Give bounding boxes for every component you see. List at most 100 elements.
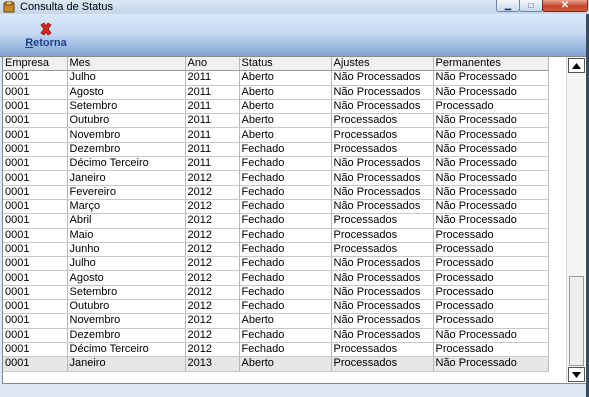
return-button[interactable]: Retorna [22, 22, 70, 52]
cell-ajustes: Não Processados [331, 156, 434, 172]
cell-permanentes: Processado [433, 313, 549, 329]
cell-permanentes: Não Processado [433, 127, 549, 143]
cell-ano: 2012 [185, 285, 240, 301]
cell-status: Aberto [239, 113, 332, 129]
cell-empresa: 0001 [3, 127, 68, 143]
cell-empresa: 0001 [3, 356, 68, 372]
table-body: 0001 Julho 2011 Aberto Não Processados Não Pr… [3, 70, 549, 372]
cell-empresa: 0001 [3, 85, 68, 100]
cell-status: Aberto [239, 99, 332, 115]
table-row[interactable]: 0001 Fevereiro 2012 Fechado Não Processados N… [3, 185, 549, 200]
cell-status: Fechado [239, 228, 332, 243]
table-row[interactable]: 0001 Setembro 2011 Aberto Não Processados Pro… [3, 99, 549, 115]
table-row[interactable]: 0001 Novembro 2011 Aberto Processados Não Pro… [3, 127, 549, 143]
cell-mes: Julho [67, 256, 186, 272]
table-row[interactable]: 0001 Outubro 2011 Aberto Processados Não Proc… [3, 113, 549, 129]
cell-ajustes: Não Processados [331, 199, 434, 215]
title-bar[interactable]: Consulta de Status ▁ □ ✕ [0, 0, 589, 14]
cell-empresa: 0001 [3, 270, 68, 286]
cell-permanentes: Não Processado [433, 156, 549, 172]
cell-permanentes: Não Processado [433, 85, 549, 100]
cell-empresa: 0001 [3, 170, 68, 186]
cell-mes: Junho [67, 242, 186, 258]
column-header-status[interactable]: Status [239, 57, 332, 72]
table-row[interactable]: 0001 Maio 2012 Fechado Processados Processado [3, 228, 549, 243]
minimize-icon: ▁ [504, 0, 512, 10]
column-header-empresa[interactable]: Empresa [3, 57, 68, 72]
table-row[interactable]: 0001 Décimo Terceiro 2011 Fechado Não Proces… [3, 156, 549, 172]
cell-status: Fechado [239, 256, 332, 272]
scrollbar-thumb[interactable] [569, 276, 584, 366]
cell-permanentes: Processado [433, 342, 549, 358]
table-row[interactable]: 0001 Novembro 2012 Aberto Não Processados Pro… [3, 313, 549, 329]
return-label-mnemonic: R [25, 37, 34, 49]
cell-empresa: 0001 [3, 285, 68, 301]
table-row[interactable]: 0001 Julho 2011 Aberto Não Processados Não Pr… [3, 70, 549, 86]
scroll-down-button[interactable] [568, 367, 585, 382]
cell-ajustes: Processados [331, 127, 434, 143]
scroll-up-button[interactable] [568, 58, 585, 73]
status-grid[interactable]: Empresa Mes Ano Status Ajustes Permanent… [2, 56, 587, 384]
cell-mes: Setembro [67, 99, 186, 115]
cell-ano: 2012 [185, 328, 240, 343]
table-row[interactable]: 0001 Abril 2012 Fechado Processados Não Proce… [3, 213, 549, 229]
close-button[interactable]: ✕ [542, 0, 588, 12]
maximize-button[interactable]: □ [519, 0, 543, 12]
cell-permanentes: Processado [433, 285, 549, 301]
table-row[interactable]: 0001 Junho 2012 Fechado Processados Processad… [3, 242, 549, 258]
column-header-permanentes[interactable]: Permanentes [433, 57, 549, 72]
cell-mes: Setembro [67, 285, 186, 301]
cell-status: Fechado [239, 199, 332, 215]
cell-status: Fechado [239, 142, 332, 158]
column-header-ajustes[interactable]: Ajustes [331, 57, 434, 72]
column-header-ano[interactable]: Ano [185, 57, 240, 72]
table-row[interactable]: 0001 Setembro 2012 Fechado Não Processados Pr… [3, 285, 549, 301]
cell-ano: 2012 [185, 185, 240, 200]
cell-ano: 2011 [185, 142, 240, 158]
cell-ajustes: Processados [331, 242, 434, 258]
cell-permanentes: Não Processado [433, 170, 549, 186]
table-row[interactable]: 0001 Décimo Terceiro 2012 Fechado Processado… [3, 342, 549, 358]
cell-empresa: 0001 [3, 185, 68, 200]
cell-ano: 2011 [185, 70, 240, 86]
table-row[interactable]: 0001 Julho 2012 Fechado Não Processados Proce… [3, 256, 549, 272]
red-x-icon [40, 22, 52, 36]
table-row[interactable]: 0001 Janeiro 2013 Aberto Processados Não Proc… [3, 356, 549, 372]
cell-ano: 2011 [185, 113, 240, 129]
minimize-button[interactable]: ▁ [496, 0, 520, 12]
cell-empresa: 0001 [3, 313, 68, 329]
cell-status: Aberto [239, 356, 332, 372]
column-header-mes[interactable]: Mes [67, 57, 186, 72]
table-row[interactable]: 0001 Dezembro 2011 Fechado Processados Não Pr… [3, 142, 549, 158]
vertical-scrollbar[interactable] [566, 57, 585, 382]
table-row[interactable]: 0001 Dezembro 2012 Fechado Não Processados Nã… [3, 328, 549, 343]
table-row[interactable]: 0001 Agosto 2012 Fechado Não Processados Proc… [3, 270, 549, 286]
cell-permanentes: Não Processado [433, 70, 549, 86]
cell-mes: Maio [67, 228, 186, 243]
cell-ajustes: Não Processados [331, 299, 434, 315]
cell-ano: 2012 [185, 228, 240, 243]
app-icon [3, 1, 15, 13]
cell-ajustes: Processados [331, 142, 434, 158]
table-row[interactable]: 0001 Agosto 2011 Aberto Não Processados Não P… [3, 85, 549, 100]
cell-ano: 2011 [185, 127, 240, 143]
cell-ano: 2011 [185, 156, 240, 172]
cell-ajustes: Processados [331, 342, 434, 358]
cell-status: Fechado [239, 156, 332, 172]
cell-empresa: 0001 [3, 156, 68, 172]
cell-ajustes: Processados [331, 228, 434, 243]
status-table: Empresa Mes Ano Status Ajustes Permanent… [3, 57, 549, 372]
table-row[interactable]: 0001 Março 2012 Fechado Não Processados Não P… [3, 199, 549, 215]
cell-ajustes: Não Processados [331, 313, 434, 329]
cell-mes: Outubro [67, 299, 186, 315]
cell-mes: Janeiro [67, 170, 186, 186]
cell-status: Aberto [239, 70, 332, 86]
cell-permanentes: Não Processado [433, 142, 549, 158]
table-row[interactable]: 0001 Janeiro 2012 Fechado Não Processados Não… [3, 170, 549, 186]
cell-permanentes: Processado [433, 270, 549, 286]
toolbar: Retorna [0, 14, 589, 57]
return-label-rest: etorna [33, 37, 67, 49]
cell-mes: Julho [67, 70, 186, 86]
table-row[interactable]: 0001 Outubro 2012 Fechado Não Processados Pro… [3, 299, 549, 315]
arrow-down-icon [572, 371, 581, 378]
